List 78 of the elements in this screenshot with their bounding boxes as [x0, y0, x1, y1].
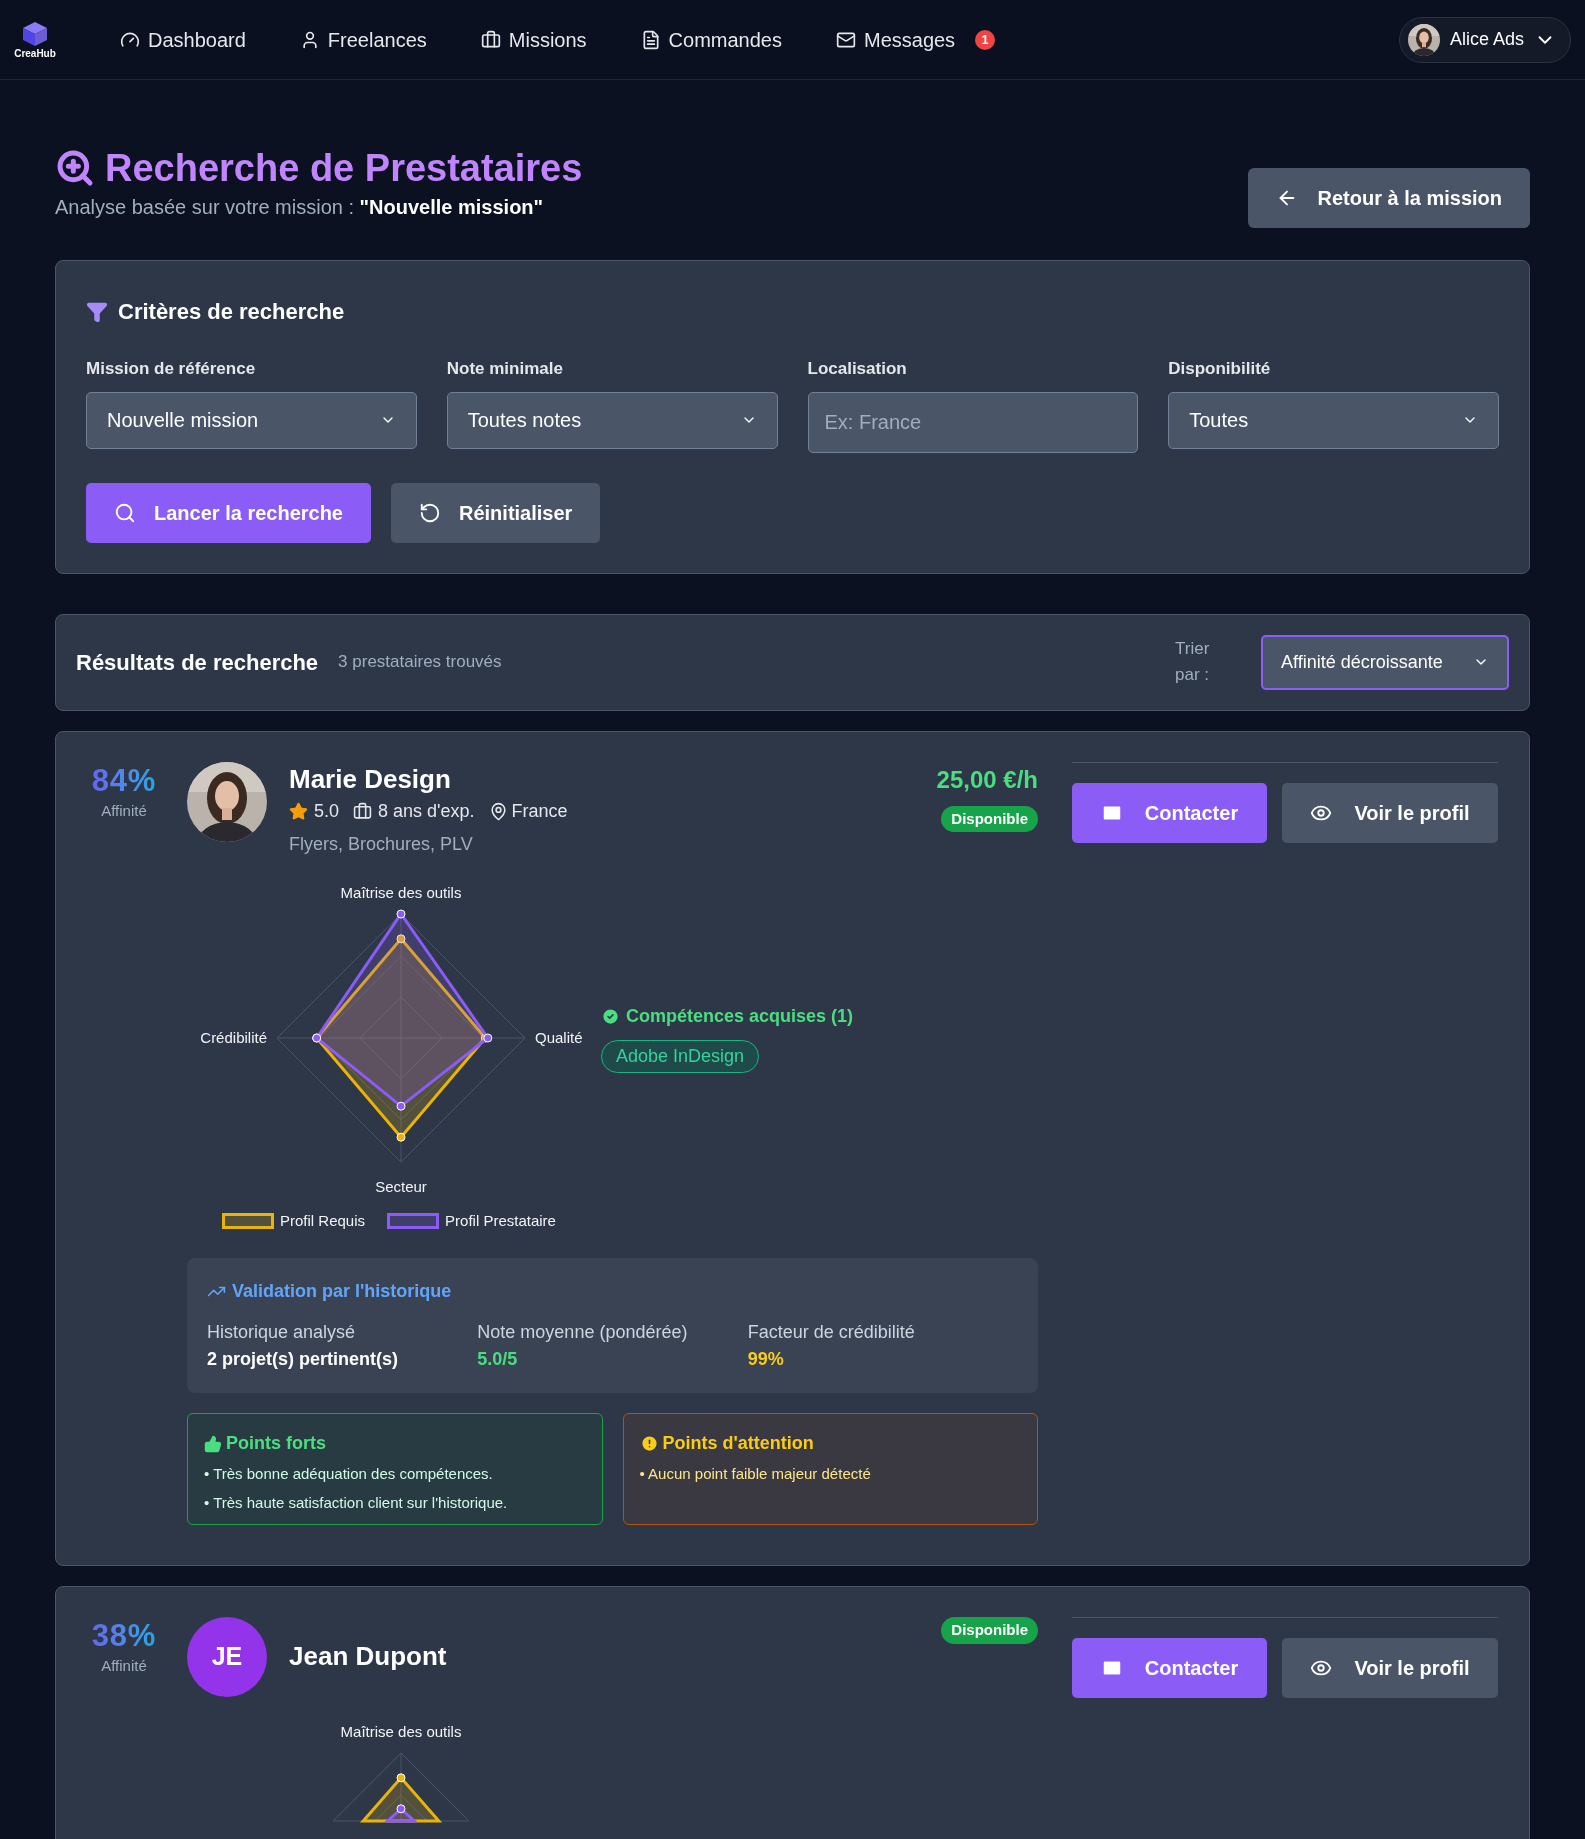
reset-icon	[419, 501, 441, 524]
reset-button[interactable]: Réinitialiser	[391, 482, 601, 543]
provider-profile-area	[383, 1804, 419, 1823]
briefcase-icon	[480, 29, 501, 50]
stat-label: Facteur de crédibilité	[747, 1321, 916, 1344]
affinity-label: Affinité	[101, 800, 147, 821]
page-title: Recherche de Prestataires	[105, 146, 583, 190]
results-count: 3 prestataires trouvés	[338, 651, 502, 674]
select-field[interactable]: Nouvelle mission	[86, 391, 417, 449]
stat-label: Historique analysé	[207, 1321, 357, 1344]
candidate-name: Marie Design	[289, 762, 452, 796]
field-label: Mission de référence	[86, 358, 257, 380]
alert-icon	[639, 1434, 659, 1453]
initials-avatar: JE	[187, 1617, 267, 1697]
axis-label: Secteur	[375, 1177, 427, 1195]
stat-value: 2 projet(s) pertinent(s)	[207, 1348, 399, 1371]
contact-button[interactable]: Contacter	[1072, 1638, 1267, 1698]
back-button[interactable]: Retour à la mission	[1247, 168, 1530, 228]
legend-swatch	[222, 1212, 274, 1229]
skill-tag: Adobe InDesign	[601, 1039, 760, 1073]
view-profile-button[interactable]: Voir le profil	[1282, 782, 1498, 843]
logo-text: CreaHub	[14, 48, 56, 59]
strength-item: • Très bonne adéquation des compétences.	[204, 1464, 494, 1484]
concern-item: • Aucun point faible majeur détecté	[639, 1464, 872, 1484]
axis-label: Qualité	[535, 1028, 583, 1046]
field-label: Localisation	[807, 358, 908, 380]
cube-logo-icon[interactable]	[22, 20, 48, 47]
stat-value: 99%	[747, 1348, 785, 1371]
briefcase-icon	[353, 801, 373, 821]
availability-status: Disponible	[941, 805, 1038, 832]
view-profile-button[interactable]: Voir le profil	[1282, 1638, 1498, 1698]
page-subtitle: Analyse basée sur votre mission : "Nouvelle mission"	[55, 195, 545, 220]
concerns-title: Points d'attention	[662, 1432, 814, 1455]
search-button[interactable]: Lancer la recherche	[86, 482, 371, 543]
specialties: Flyers, Brochures, PLV	[289, 832, 474, 856]
nav-link[interactable]: Commandes	[640, 24, 782, 55]
hourly-rate: 25,00 €/h	[936, 764, 1038, 795]
sort-label: Trier par :	[1175, 638, 1211, 686]
check-circle-icon	[601, 1006, 620, 1026]
user-menu[interactable]: Alice Ads	[1398, 16, 1571, 63]
search-icon	[114, 501, 136, 524]
results-title: Résultats de recherche	[76, 648, 319, 677]
location-pin-icon	[488, 801, 508, 821]
nav-link[interactable]: Messages 1	[835, 24, 996, 55]
validation-title: Validation par l'historique	[232, 1280, 452, 1303]
contact-button[interactable]: Contacter	[1072, 782, 1267, 843]
legend-swatch	[387, 1212, 440, 1229]
field-label: Note minimale	[446, 358, 564, 380]
nav-link[interactable]: Freelances	[299, 24, 427, 55]
nav-link[interactable]: Missions	[480, 24, 587, 55]
star-icon	[289, 801, 308, 821]
thumbs-up-icon	[204, 1434, 222, 1453]
rating: 5.0	[314, 799, 340, 823]
filter-icon	[86, 300, 108, 323]
availability-status: Disponible	[941, 1617, 1038, 1644]
stat-value: 5.0/5	[477, 1348, 519, 1371]
field-label: Disponibilité	[1168, 358, 1272, 380]
unread-count: 1	[975, 29, 996, 50]
nav-link[interactable]: Dashboard	[120, 24, 246, 55]
strength-item: • Très haute satisfaction client sur l'historique.	[204, 1492, 509, 1513]
skills-title: Compétences acquises (1)	[626, 1004, 854, 1028]
stat-label: Note moyenne (pondérée)	[477, 1321, 689, 1344]
select-field[interactable]: Toutes notes	[446, 391, 778, 449]
location: France	[511, 799, 568, 823]
strengths-title: Points forts	[226, 1432, 326, 1455]
select-field[interactable]: Toutes	[1168, 391, 1499, 449]
axis-label: Crédibilité	[200, 1028, 267, 1046]
candidate-name: Jean Dupont	[289, 1640, 447, 1673]
zoom-in-icon	[55, 148, 95, 188]
axis-label: Maîtrise des outils	[340, 1723, 462, 1740]
sort-select[interactable]: Affinité décroissante	[1261, 634, 1509, 690]
legend-label: Profil Prestataire	[445, 1210, 556, 1231]
experience: 8 ans d'exp.	[378, 799, 475, 823]
legend-label: Profil Requis	[280, 1210, 366, 1231]
axis-label: Maîtrise des outils	[340, 883, 462, 901]
location-field[interactable]: Ex: France	[807, 391, 1139, 453]
affinity-label: Affinité	[101, 1656, 147, 1676]
panel-title: Critères de recherche	[118, 298, 345, 326]
